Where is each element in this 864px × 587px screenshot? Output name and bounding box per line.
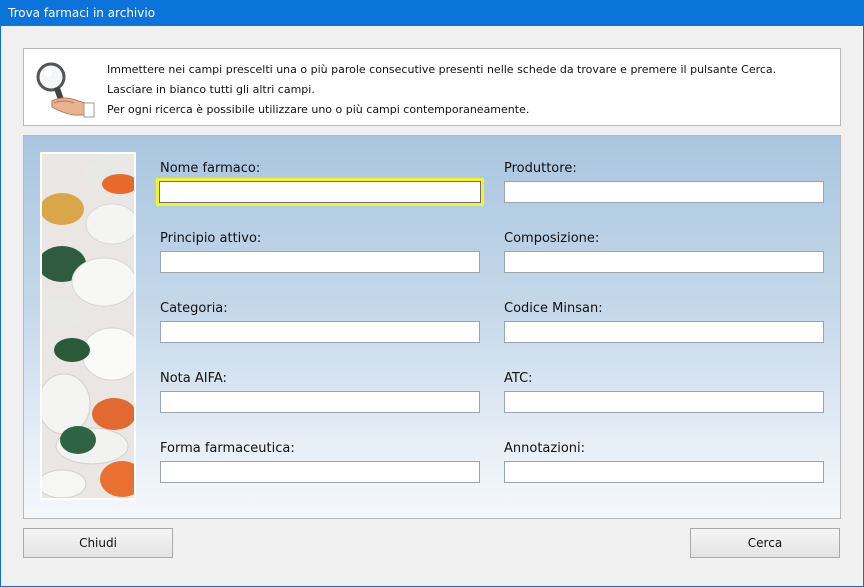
instruction-line-1: Immettere nei campi prescelti una o più … bbox=[107, 63, 777, 76]
window-title: Trova farmaci in archivio bbox=[8, 6, 156, 20]
categoria-input[interactable] bbox=[160, 321, 480, 343]
nota-aifa-input[interactable] bbox=[160, 391, 480, 413]
principio-attivo-input[interactable] bbox=[160, 251, 480, 273]
close-button[interactable]: Chiudi bbox=[23, 528, 173, 558]
instruction-line-3: Per ogni ricerca è possibile utilizzare … bbox=[107, 103, 530, 116]
magnifier-hand-icon bbox=[36, 62, 95, 118]
instructions-panel: Immettere nei campi prescelti una o più … bbox=[23, 48, 841, 126]
dialog-window: Immettere nei campi prescelti una o più … bbox=[1, 26, 863, 586]
search-button[interactable]: Cerca bbox=[690, 528, 840, 558]
composizione-input[interactable] bbox=[504, 251, 824, 273]
codice-minsan-input[interactable] bbox=[504, 321, 824, 343]
nome-farmaco-input[interactable] bbox=[156, 178, 484, 206]
produttore-label: Produttore: bbox=[504, 161, 577, 176]
pills-image bbox=[40, 152, 136, 500]
atc-input[interactable] bbox=[504, 391, 824, 413]
principio-attivo-label: Principio attivo: bbox=[160, 231, 262, 246]
instruction-line-2: Lasciare in bianco tutti gli altri campi… bbox=[107, 83, 315, 96]
forma-farmaceutica-label: Forma farmaceutica: bbox=[160, 441, 295, 456]
window-titlebar: Trova farmaci in archivio bbox=[0, 0, 864, 26]
nome-farmaco-label: Nome farmaco: bbox=[160, 161, 261, 176]
atc-label: ATC: bbox=[504, 371, 533, 386]
forma-farmaceutica-input[interactable] bbox=[160, 461, 480, 483]
categoria-label: Categoria: bbox=[160, 301, 228, 316]
search-form: Nome farmaco: Produttore: Principio atti… bbox=[23, 135, 841, 519]
composizione-label: Composizione: bbox=[504, 231, 600, 246]
produttore-input[interactable] bbox=[504, 181, 824, 203]
nota-aifa-label: Nota AIFA: bbox=[160, 371, 227, 386]
codice-minsan-label: Codice Minsan: bbox=[504, 301, 603, 316]
annotazioni-label: Annotazioni: bbox=[504, 441, 586, 456]
annotazioni-input[interactable] bbox=[504, 461, 824, 483]
